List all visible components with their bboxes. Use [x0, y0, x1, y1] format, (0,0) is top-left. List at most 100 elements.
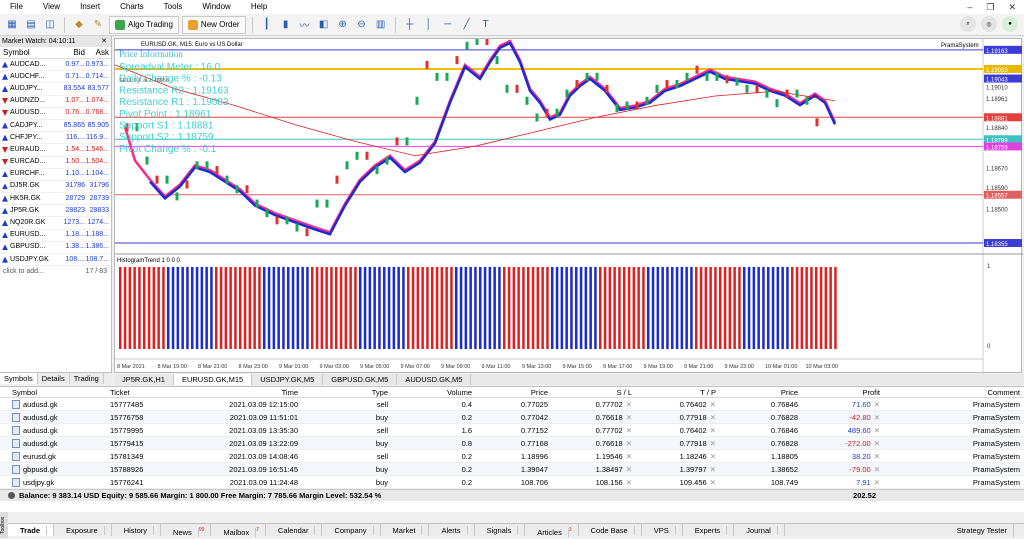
sl-cell[interactable]: 1.19546 ✕ [548, 450, 632, 462]
market-watch-row[interactable]: AUDCAD... 0.97... 0.973... [0, 59, 111, 72]
market-watch-icon[interactable]: ◫ [42, 17, 58, 33]
sl-cell[interactable]: 0.77702 ✕ [548, 398, 632, 410]
market-watch-row[interactable]: NQ20R.GK 1273... 1274... [0, 217, 111, 230]
strategy-tester-button[interactable]: Strategy Tester [951, 524, 1014, 537]
market-watch-row[interactable]: USDJPY.GK 108.... 108.7... [0, 254, 111, 267]
toolbox-tab[interactable]: VPS [642, 524, 683, 536]
tp-cell[interactable]: 1.18246 ✕ [632, 450, 716, 462]
table-row[interactable]: eurusd.gk 15781349 2021.03.09 14:08:46 sell… [0, 450, 1024, 463]
sl-cell[interactable]: 0.77702 ✕ [548, 424, 632, 436]
tp-cell[interactable]: 0.76402 ✕ [632, 424, 716, 436]
tp-cell[interactable]: 1.39797 ✕ [632, 463, 716, 475]
new-chart-icon[interactable]: ▦ [4, 17, 20, 33]
candle-chart-icon[interactable]: ▮ [278, 17, 294, 33]
col-ticket[interactable]: Ticket [110, 387, 210, 397]
vertical-line-icon[interactable]: │ [421, 17, 437, 33]
sl-cell[interactable]: 0.76618 ✕ [548, 437, 632, 449]
col-current-price[interactable]: Price [716, 387, 798, 397]
tab-details[interactable]: Details [38, 373, 70, 384]
toolbox-tab[interactable]: Alerts [429, 524, 475, 536]
chart-window[interactable]: 1.19163 1.19043 1.19010 1.19083 1.18961 1.188… [114, 37, 1023, 374]
tp-cell[interactable]: 0.76402 ✕ [632, 398, 716, 410]
market-watch-row[interactable]: GBPUSD... 1.38... 1.386... [0, 242, 111, 254]
table-row[interactable]: gbpusd.gk 15788926 2021.03.09 16:51:45 buy 0… [0, 463, 1024, 476]
chart-tab[interactable]: AUDUSD.GK,M5 [397, 374, 472, 385]
table-row[interactable]: audusd.gk 15779995 2021.03.09 13:35:30 sell… [0, 424, 1024, 437]
menu-file[interactable]: File [0, 0, 33, 14]
search-icon[interactable]: ⌕ [960, 16, 976, 32]
zoom-out-icon[interactable]: ⊖ [354, 17, 370, 33]
zoom-in-icon[interactable]: ⊕ [335, 17, 351, 33]
col-symbol[interactable]: Symbol [0, 387, 110, 397]
close-icon[interactable]: ✕ [101, 36, 107, 47]
new-order-button[interactable]: New Order [181, 15, 246, 34]
col-type[interactable]: Type [298, 387, 388, 397]
market-watch-row[interactable]: HK5R.GK 28729 28739 [0, 193, 111, 206]
toolbox-tab[interactable]: Experts [683, 524, 735, 536]
market-watch-row[interactable]: DJ5R.GK 31786 31796 [0, 181, 111, 194]
sl-cell[interactable]: 1.38497 ✕ [548, 463, 632, 475]
market-watch-row[interactable]: AUDUSD... 0.76... 0.768... [0, 108, 111, 120]
tp-cell[interactable]: 0.77918 ✕ [632, 411, 716, 423]
col-tp[interactable]: T / P [632, 387, 716, 397]
col-time[interactable]: Time [210, 387, 298, 397]
chart-tab[interactable]: GBPUSD.GK,M5 [323, 374, 398, 385]
menu-window[interactable]: Window [192, 0, 240, 14]
market-watch-row[interactable]: CADJPY... 85.865 85.905 [0, 120, 111, 133]
market-watch-row[interactable]: AUDCHF... 0.71... 0.714... [0, 71, 111, 84]
tp-cell[interactable]: 109.456 ✕ [632, 476, 716, 488]
col-comment[interactable]: Comment [880, 387, 1024, 397]
col-bid[interactable]: Bid [60, 47, 85, 58]
menu-tools[interactable]: Tools [154, 0, 193, 14]
profiles-icon[interactable]: ▤ [23, 17, 39, 33]
tab-trading[interactable]: Trading [70, 373, 104, 384]
chart-tab[interactable]: EURUSD.GK,M15 [173, 374, 253, 385]
chart-tab[interactable]: JP5R.GK,H1 [114, 374, 174, 385]
table-row[interactable]: audusd.gk 15777485 2021.03.09 12:15:00 sell… [0, 398, 1024, 411]
toolbox-tab[interactable]: Articles 1 [525, 524, 579, 537]
toolbox-label[interactable]: Toolbox [0, 512, 8, 538]
market-watch-row[interactable]: EURUSD... 1.18... 1.188... [0, 230, 111, 242]
market-watch-row[interactable]: EURCHF... 1.10... 1.104... [0, 169, 111, 181]
toolbox-tab[interactable]: Journal [734, 524, 785, 536]
col-volume[interactable]: Volume [388, 387, 472, 397]
sl-cell[interactable]: 108.156 ✕ [548, 476, 632, 488]
sl-cell[interactable]: 0.76618 ✕ [548, 411, 632, 423]
metaeditor-icon[interactable]: ✎ [90, 17, 106, 33]
col-profit[interactable]: Profit [798, 387, 880, 397]
market-watch-row[interactable]: CHFJPY... 116.... 116.9... [0, 132, 111, 145]
chart-shift-icon[interactable]: ◧ [316, 17, 332, 33]
toolbox-tab[interactable]: News 99 [161, 524, 212, 537]
toolbox-tab[interactable]: History [112, 524, 162, 536]
minimize-icon[interactable]: – [967, 0, 972, 14]
algo-trading-button[interactable]: Algo Trading [109, 15, 179, 34]
horizontal-line-icon[interactable]: ─ [440, 17, 456, 33]
col-price[interactable]: Price [472, 387, 548, 397]
table-row[interactable]: usdjpy.gk 15776241 2021.03.09 11:24:48 buy 0… [0, 476, 1024, 489]
toolbox-tab[interactable]: Calendar [266, 524, 323, 536]
col-symbol[interactable]: Symbol [0, 47, 60, 58]
close-icon[interactable]: ✕ [1008, 0, 1016, 14]
market-watch-row[interactable]: JP5R.GK 28823 28833 [0, 205, 111, 218]
market-watch-row[interactable]: EURAUD... 1.54... 1.546... [0, 144, 111, 157]
tp-cell[interactable]: 0.77918 ✕ [632, 437, 716, 449]
price-chart[interactable]: 1.19163 1.190431.19010 1.19083 1.18961 1.188… [114, 37, 1023, 374]
menu-help[interactable]: Help [241, 0, 277, 14]
market-watch-row[interactable]: AUDNZD... 1.07... 1.074... [0, 96, 111, 108]
click-to-add[interactable]: click to add... 17 / 83 [0, 266, 111, 278]
strategy-icon[interactable]: ◆ [71, 17, 87, 33]
chart-tab[interactable]: USDJPY.GK,M5 [252, 374, 324, 385]
market-watch-row[interactable]: EURCAD... 1.50... 1.504... [0, 157, 111, 169]
menu-charts[interactable]: Charts [110, 0, 154, 14]
restore-icon[interactable]: ❐ [986, 0, 994, 14]
toolbox-tab[interactable]: Signals [475, 524, 526, 536]
col-sl[interactable]: S / L [548, 387, 632, 397]
crosshair-icon[interactable]: ┼ [402, 17, 418, 33]
signals-icon[interactable]: ◎ [981, 16, 997, 32]
table-row[interactable]: audusd.gk 15779415 2021.03.09 13:22:09 buy 0… [0, 437, 1024, 450]
toolbox-tab[interactable]: Market [381, 524, 430, 536]
toolbox-tab[interactable]: Code Base [579, 524, 642, 536]
col-ask[interactable]: Ask [85, 47, 109, 58]
bar-chart-icon[interactable]: ┃ [259, 17, 275, 33]
menu-view[interactable]: View [33, 0, 70, 14]
